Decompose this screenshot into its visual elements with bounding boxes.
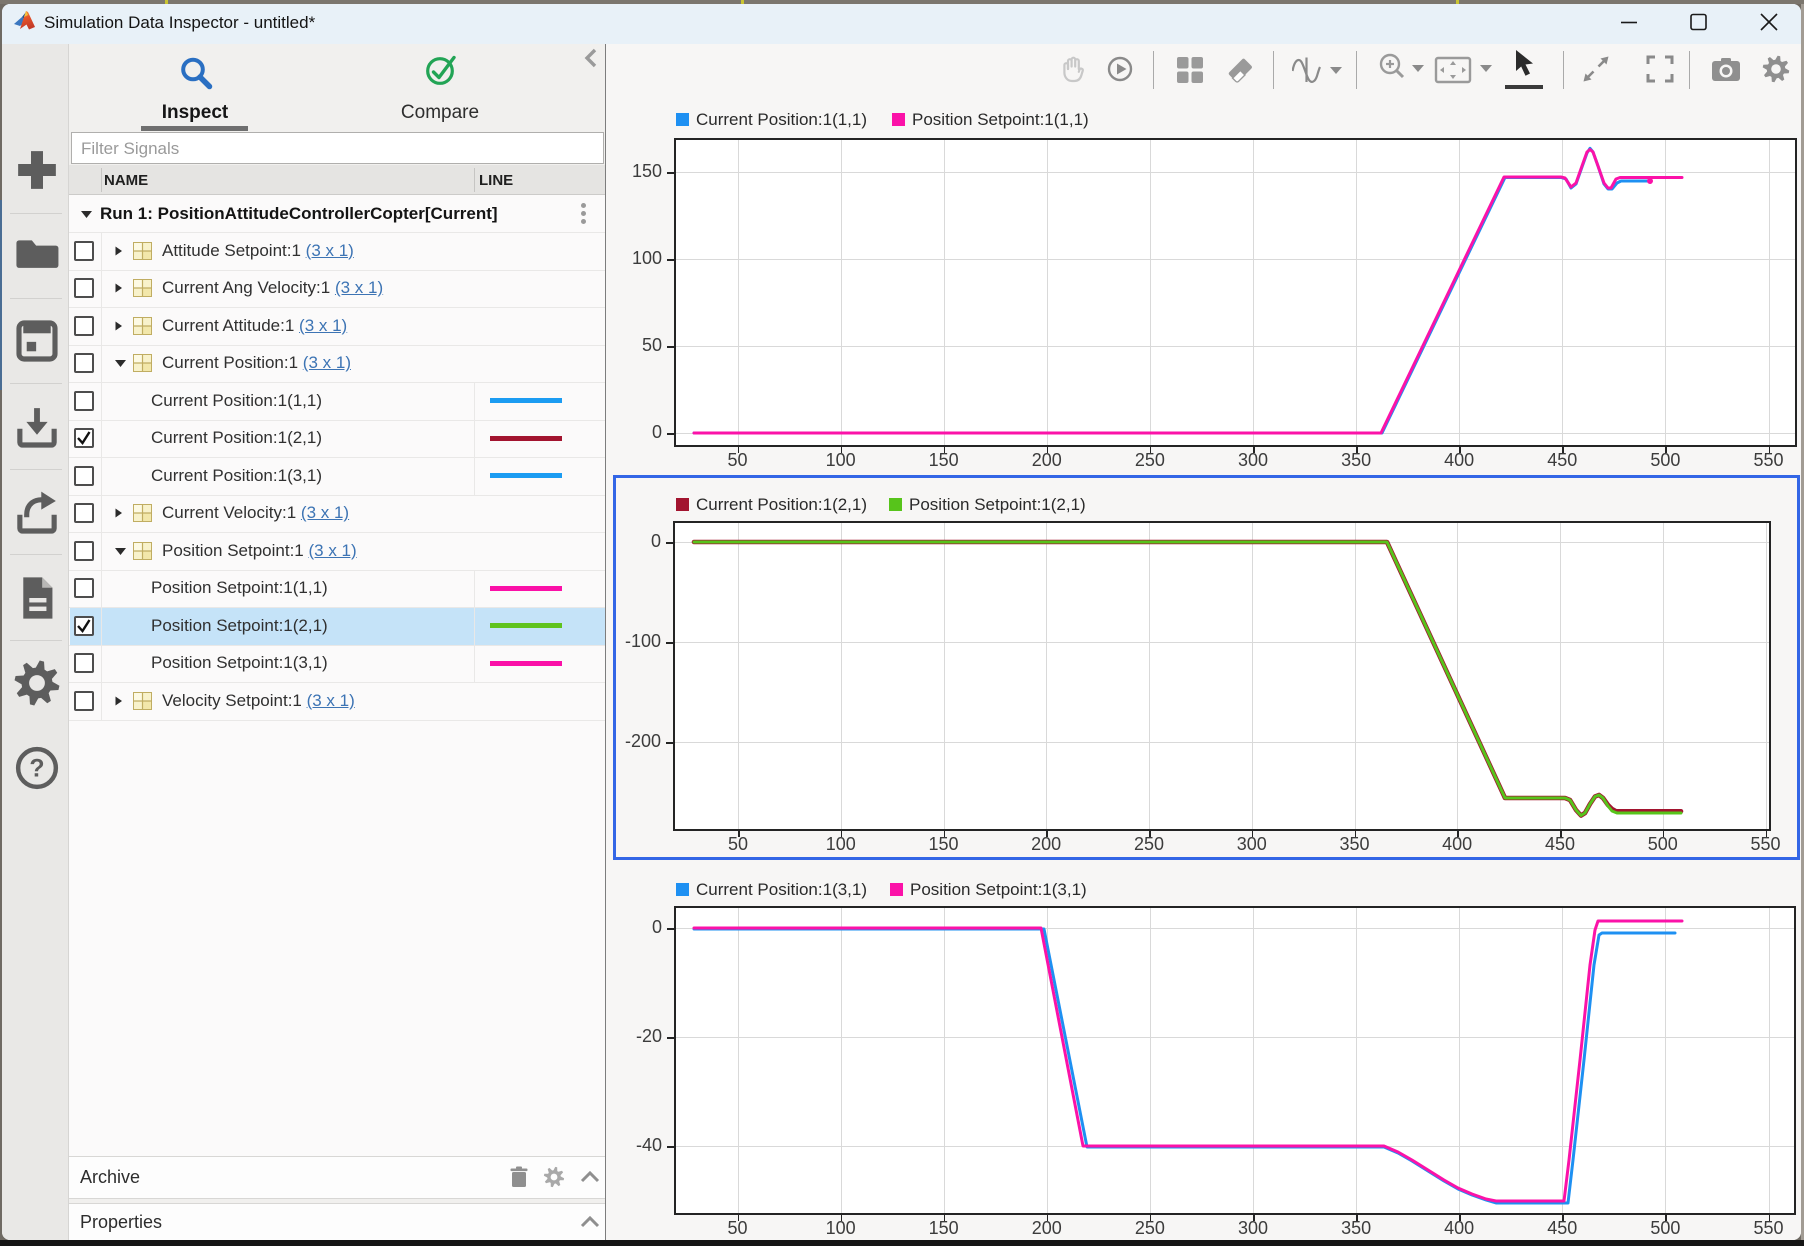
svg-text:?: ? <box>29 756 44 783</box>
